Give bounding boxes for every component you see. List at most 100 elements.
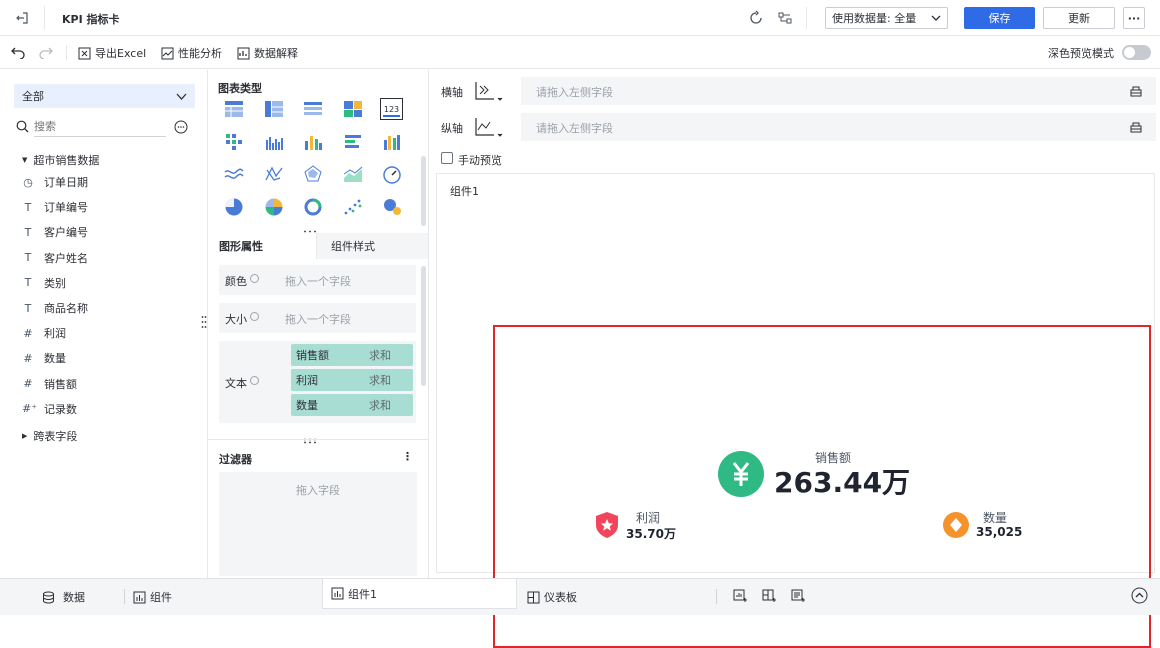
add-component-icon[interactable] bbox=[733, 588, 748, 603]
tab-data[interactable]: 数据 bbox=[42, 589, 85, 605]
grouped-bar-icon[interactable] bbox=[264, 132, 284, 152]
dataset-select[interactable]: 全部 bbox=[14, 84, 195, 108]
table-icon[interactable] bbox=[224, 99, 244, 119]
field-item[interactable]: T 类别 bbox=[22, 272, 66, 294]
cross-table-label: 跨表字段 bbox=[33, 430, 78, 443]
field-item[interactable]: T 客户编号 bbox=[22, 221, 88, 243]
manual-preview-checkbox[interactable] bbox=[441, 152, 453, 164]
field-item[interactable]: # 数量 bbox=[22, 347, 66, 369]
donut-icon[interactable] bbox=[303, 197, 323, 217]
drag-handle-icon[interactable] bbox=[303, 226, 317, 236]
settings-icon[interactable] bbox=[250, 274, 259, 283]
text-field-pill[interactable]: 数量 求和 bbox=[291, 394, 413, 416]
bar-chart-icon bbox=[133, 591, 146, 603]
tab-dashboard[interactable]: 仪表板 bbox=[527, 589, 577, 605]
lock-icon[interactable] bbox=[1129, 120, 1143, 134]
filter-drop-zone[interactable]: 拖入字段 bbox=[219, 472, 417, 576]
grouped-table-icon[interactable] bbox=[224, 132, 244, 152]
add-report-icon[interactable] bbox=[791, 588, 806, 603]
bubble-icon[interactable] bbox=[382, 197, 402, 217]
more-circle-icon[interactable] bbox=[174, 120, 188, 134]
detail-table-icon[interactable] bbox=[303, 99, 323, 119]
settings-icon[interactable] bbox=[250, 376, 259, 385]
text-icon: T bbox=[24, 225, 32, 239]
text-field-pill[interactable]: 销售额 求和 bbox=[291, 344, 413, 366]
pill-aggregation: 求和 bbox=[369, 349, 391, 362]
gauge-icon[interactable] bbox=[382, 164, 402, 184]
treemap-icon[interactable] bbox=[343, 99, 363, 119]
field-item[interactable]: T 商品名称 bbox=[22, 297, 88, 319]
tab-graph-attrs[interactable]: 图形属性 bbox=[208, 233, 316, 259]
dark-preview-toggle[interactable] bbox=[1122, 45, 1151, 60]
area-icon[interactable] bbox=[343, 164, 363, 184]
field-item[interactable]: T 订单编号 bbox=[22, 196, 88, 218]
undo-icon[interactable] bbox=[11, 45, 25, 60]
add-dashboard-icon[interactable] bbox=[762, 588, 777, 603]
search-input[interactable] bbox=[34, 117, 166, 137]
caret-down-icon: ▼ bbox=[22, 156, 28, 164]
color-attr-row[interactable]: 颜色 拖入一个字段 bbox=[219, 265, 416, 295]
tab-component-style[interactable]: 组件样式 bbox=[316, 233, 428, 259]
pie-icon[interactable] bbox=[224, 197, 244, 217]
x-axis-label: 横轴 bbox=[441, 86, 463, 99]
stacked-bar-icon[interactable] bbox=[343, 132, 363, 152]
component-canvas[interactable]: 组件1 销售额 263.44万 利润 35.70万 数量 35,025 bbox=[436, 173, 1155, 648]
text-attr-row[interactable]: 文本 销售额 求和 利润 求和 数量 求和 bbox=[219, 341, 416, 423]
more-button[interactable]: ··· bbox=[1123, 7, 1145, 29]
structure-icon[interactable] bbox=[777, 10, 793, 26]
multi-pie-icon[interactable] bbox=[264, 197, 284, 217]
page-title: KPI 指标卡 bbox=[62, 13, 120, 26]
data-explain-button[interactable]: 数据解释 bbox=[237, 45, 298, 61]
collapse-up-icon[interactable] bbox=[1131, 587, 1148, 604]
tab-component1[interactable]: 组件1 bbox=[322, 579, 517, 609]
performance-icon bbox=[161, 47, 174, 59]
y-axis-drop-zone[interactable]: 请拖入左侧字段 bbox=[521, 113, 1156, 141]
size-drop-placeholder: 拖入一个字段 bbox=[285, 313, 351, 326]
divider bbox=[44, 6, 45, 30]
chart-type-scrollbar[interactable] bbox=[421, 156, 426, 226]
multi-bar-icon[interactable] bbox=[382, 132, 402, 152]
scatter-icon[interactable] bbox=[343, 197, 363, 217]
cross-table-icon[interactable] bbox=[264, 99, 284, 119]
y-axis-placeholder: 请拖入左侧字段 bbox=[536, 122, 613, 135]
dataset-select-value: 全部 bbox=[22, 90, 44, 103]
data-amount-select[interactable]: 使用数据量: 全量 bbox=[825, 7, 948, 29]
search-icon bbox=[16, 120, 29, 133]
top-bar: KPI 指标卡 使用数据量: 全量 保存 更新 ··· bbox=[0, 0, 1160, 36]
settings-icon[interactable] bbox=[250, 312, 259, 321]
redo-icon[interactable] bbox=[39, 45, 53, 60]
update-button[interactable]: 更新 bbox=[1043, 7, 1115, 29]
editor-toolbar: 导出Excel 性能分析 数据解释 深色预览模式 bbox=[0, 37, 1160, 69]
field-item[interactable]: T 客户姓名 bbox=[22, 247, 88, 269]
kpi-icon[interactable]: 123 bbox=[380, 98, 404, 121]
field-label: 类别 bbox=[44, 276, 66, 290]
export-label: 导出Excel bbox=[95, 47, 147, 60]
text-field-pill[interactable]: 利润 求和 bbox=[291, 369, 413, 391]
x-axis-drop-zone[interactable]: 请拖入左侧字段 bbox=[521, 77, 1156, 105]
scatter-line-icon[interactable] bbox=[264, 164, 284, 184]
lock-icon[interactable] bbox=[1129, 84, 1143, 98]
x-axis-type-icon[interactable] bbox=[474, 80, 504, 102]
kpi-profit-label: 利润 bbox=[636, 511, 661, 525]
divider bbox=[66, 45, 67, 60]
size-attr-row[interactable]: 大小 拖入一个字段 bbox=[219, 303, 416, 333]
filter-more-icon[interactable]: ⋮ bbox=[402, 450, 413, 463]
refresh-icon[interactable] bbox=[748, 10, 764, 26]
wave-line-icon[interactable] bbox=[224, 164, 244, 184]
field-item[interactable]: ◷ 订单日期 bbox=[22, 171, 88, 193]
tab-component[interactable]: 组件 bbox=[133, 589, 172, 605]
field-item[interactable]: # 销售额 bbox=[22, 373, 77, 395]
perf-analysis-button[interactable]: 性能分析 bbox=[161, 45, 222, 61]
y-axis-type-icon[interactable] bbox=[474, 116, 504, 138]
field-item[interactable]: # 利润 bbox=[22, 322, 66, 344]
export-icon bbox=[78, 47, 91, 59]
table-node[interactable]: ▼ 超市销售数据 bbox=[22, 152, 99, 168]
export-excel-button[interactable]: 导出Excel bbox=[78, 45, 146, 61]
radar-icon[interactable] bbox=[303, 164, 323, 184]
save-button[interactable]: 保存 bbox=[964, 7, 1035, 29]
bar-chart-icon[interactable] bbox=[303, 132, 323, 152]
field-item[interactable]: #⁺ 记录数 bbox=[22, 398, 77, 420]
cross-table-node[interactable]: ▶ 跨表字段 bbox=[22, 428, 77, 444]
exit-icon[interactable] bbox=[14, 10, 30, 26]
attr-scrollbar[interactable] bbox=[421, 266, 426, 386]
